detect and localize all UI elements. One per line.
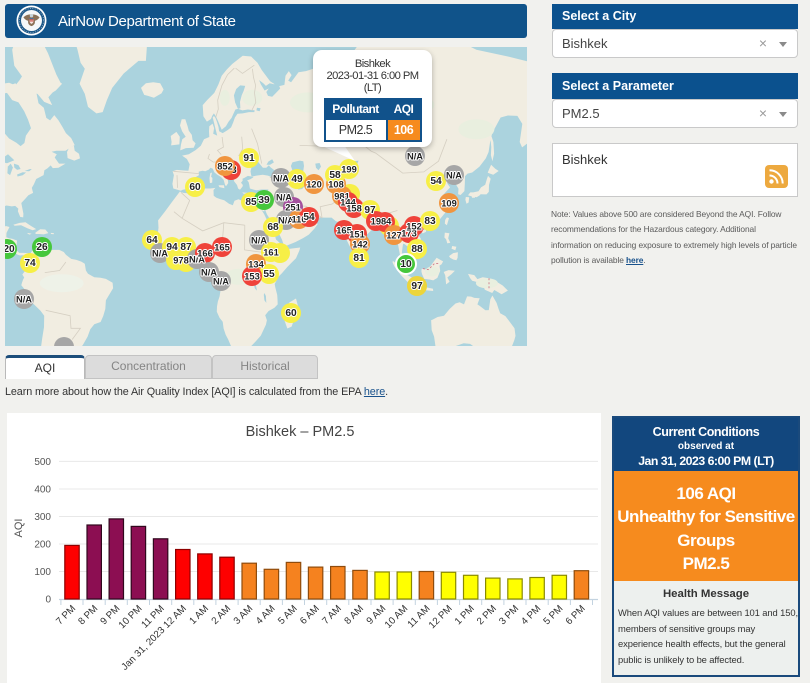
svg-text:91: 91 (243, 153, 255, 164)
svg-text:49: 49 (291, 174, 303, 185)
svg-text:20: 20 (5, 244, 15, 255)
svg-text:60: 60 (285, 308, 297, 319)
svg-text:300: 300 (34, 512, 51, 523)
svg-text:N/A: N/A (251, 236, 267, 246)
svg-text:68: 68 (267, 222, 279, 233)
svg-text:251: 251 (285, 203, 301, 213)
svg-text:199: 199 (341, 165, 357, 175)
svg-text:AQI: AQI (13, 519, 25, 538)
svg-text:142: 142 (352, 240, 368, 250)
svg-text:N/A: N/A (273, 174, 289, 184)
svg-text:120: 120 (306, 180, 322, 190)
svg-text:97: 97 (364, 205, 376, 216)
svg-text:500: 500 (34, 457, 51, 468)
svg-text:60: 60 (189, 182, 201, 193)
svg-text:74: 74 (24, 258, 36, 269)
svg-text:0: 0 (45, 595, 51, 606)
svg-text:1984: 1984 (371, 217, 393, 227)
svg-text:64: 64 (146, 235, 158, 246)
svg-text:108: 108 (328, 180, 344, 190)
svg-text:87: 87 (180, 242, 192, 253)
svg-text:81: 81 (353, 253, 365, 264)
svg-text:N/A: N/A (213, 277, 229, 287)
svg-text:26: 26 (36, 242, 48, 253)
svg-text:39: 39 (258, 195, 270, 206)
svg-text:152: 152 (406, 222, 422, 232)
svg-text:100: 100 (34, 567, 51, 578)
svg-text:161: 161 (263, 248, 279, 258)
svg-text:153: 153 (244, 272, 260, 282)
svg-text:54: 54 (303, 212, 315, 223)
svg-text:58: 58 (329, 170, 341, 181)
svg-text:85: 85 (245, 197, 257, 208)
svg-text:N/A: N/A (16, 295, 32, 305)
svg-text:127: 127 (386, 231, 402, 241)
svg-text:55: 55 (263, 269, 275, 280)
svg-text:83: 83 (424, 216, 436, 227)
svg-text:N/A: N/A (407, 152, 423, 162)
svg-text:88: 88 (411, 244, 423, 255)
svg-text:978: 978 (173, 256, 189, 266)
svg-text:97: 97 (411, 281, 423, 292)
svg-text:N/A: N/A (276, 193, 292, 203)
svg-text:Bishkek – PM2.5: Bishkek – PM2.5 (246, 424, 355, 440)
svg-text:400: 400 (34, 485, 51, 496)
svg-text:166: 166 (197, 249, 213, 259)
svg-text:N/A: N/A (446, 171, 462, 181)
svg-text:852: 852 (217, 162, 233, 172)
svg-text:10: 10 (400, 259, 412, 270)
svg-text:134: 134 (248, 260, 264, 270)
svg-text:158: 158 (346, 204, 362, 214)
svg-text:151: 151 (349, 230, 365, 240)
svg-text:109: 109 (441, 199, 457, 209)
svg-text:94: 94 (166, 242, 178, 253)
svg-text:165: 165 (214, 243, 230, 253)
svg-text:200: 200 (34, 540, 51, 551)
svg-text:54: 54 (430, 176, 442, 187)
